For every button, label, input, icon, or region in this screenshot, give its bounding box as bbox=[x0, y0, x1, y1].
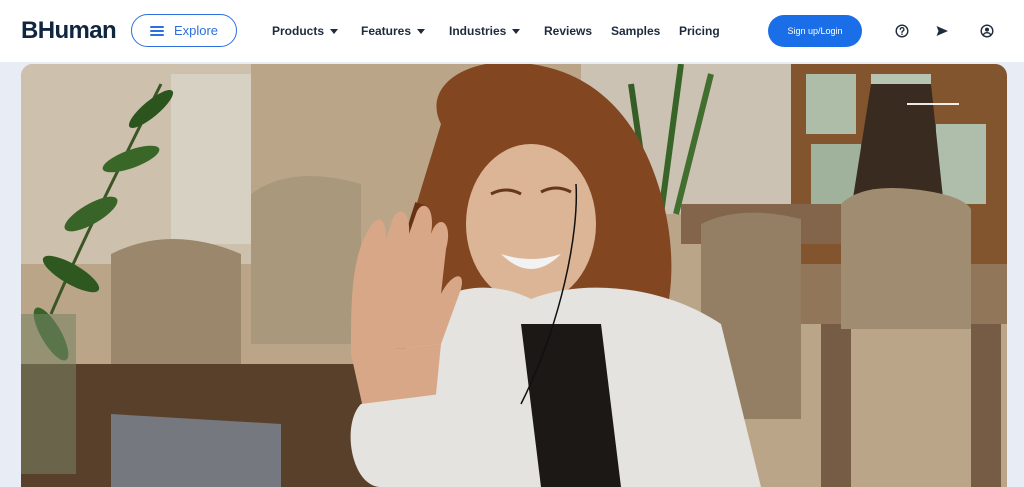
bhuman-logo[interactable]: BHuman bbox=[21, 17, 117, 45]
nav-features-label: Features bbox=[361, 24, 412, 38]
nav-products[interactable]: Products bbox=[272, 24, 339, 38]
caret-down-icon bbox=[417, 28, 426, 34]
nav-industries-label: Industries bbox=[449, 24, 507, 38]
hamburger-menu-icon bbox=[149, 25, 164, 36]
help-circle-icon[interactable] bbox=[893, 22, 911, 40]
nav-pricing[interactable]: Pricing bbox=[679, 24, 720, 38]
explore-label: Explore bbox=[173, 23, 219, 38]
caret-down-icon bbox=[512, 28, 521, 34]
nav-samples-label: Samples bbox=[611, 24, 661, 38]
hero-image bbox=[21, 64, 1007, 487]
carousel-indicator[interactable] bbox=[907, 103, 959, 105]
explore-button[interactable]: Explore bbox=[131, 14, 237, 47]
nav-products-label: Products bbox=[272, 24, 325, 38]
nav-pricing-label: Pricing bbox=[679, 24, 720, 38]
top-navigation-bar: BHuman Explore Products Features Industr… bbox=[0, 0, 1024, 62]
nav-reviews[interactable]: Reviews bbox=[544, 24, 592, 38]
photo-woman-waving-icon bbox=[21, 64, 1007, 487]
user-circle-icon[interactable] bbox=[978, 22, 996, 40]
nav-reviews-label: Reviews bbox=[544, 24, 593, 38]
caret-down-icon bbox=[330, 28, 339, 34]
signup-login-button[interactable]: Sign up/Login bbox=[768, 15, 862, 47]
nav-features[interactable]: Features bbox=[361, 24, 426, 38]
nav-samples[interactable]: Samples bbox=[611, 24, 660, 38]
send-icon[interactable] bbox=[933, 22, 951, 40]
nav-industries[interactable]: Industries bbox=[449, 24, 521, 38]
